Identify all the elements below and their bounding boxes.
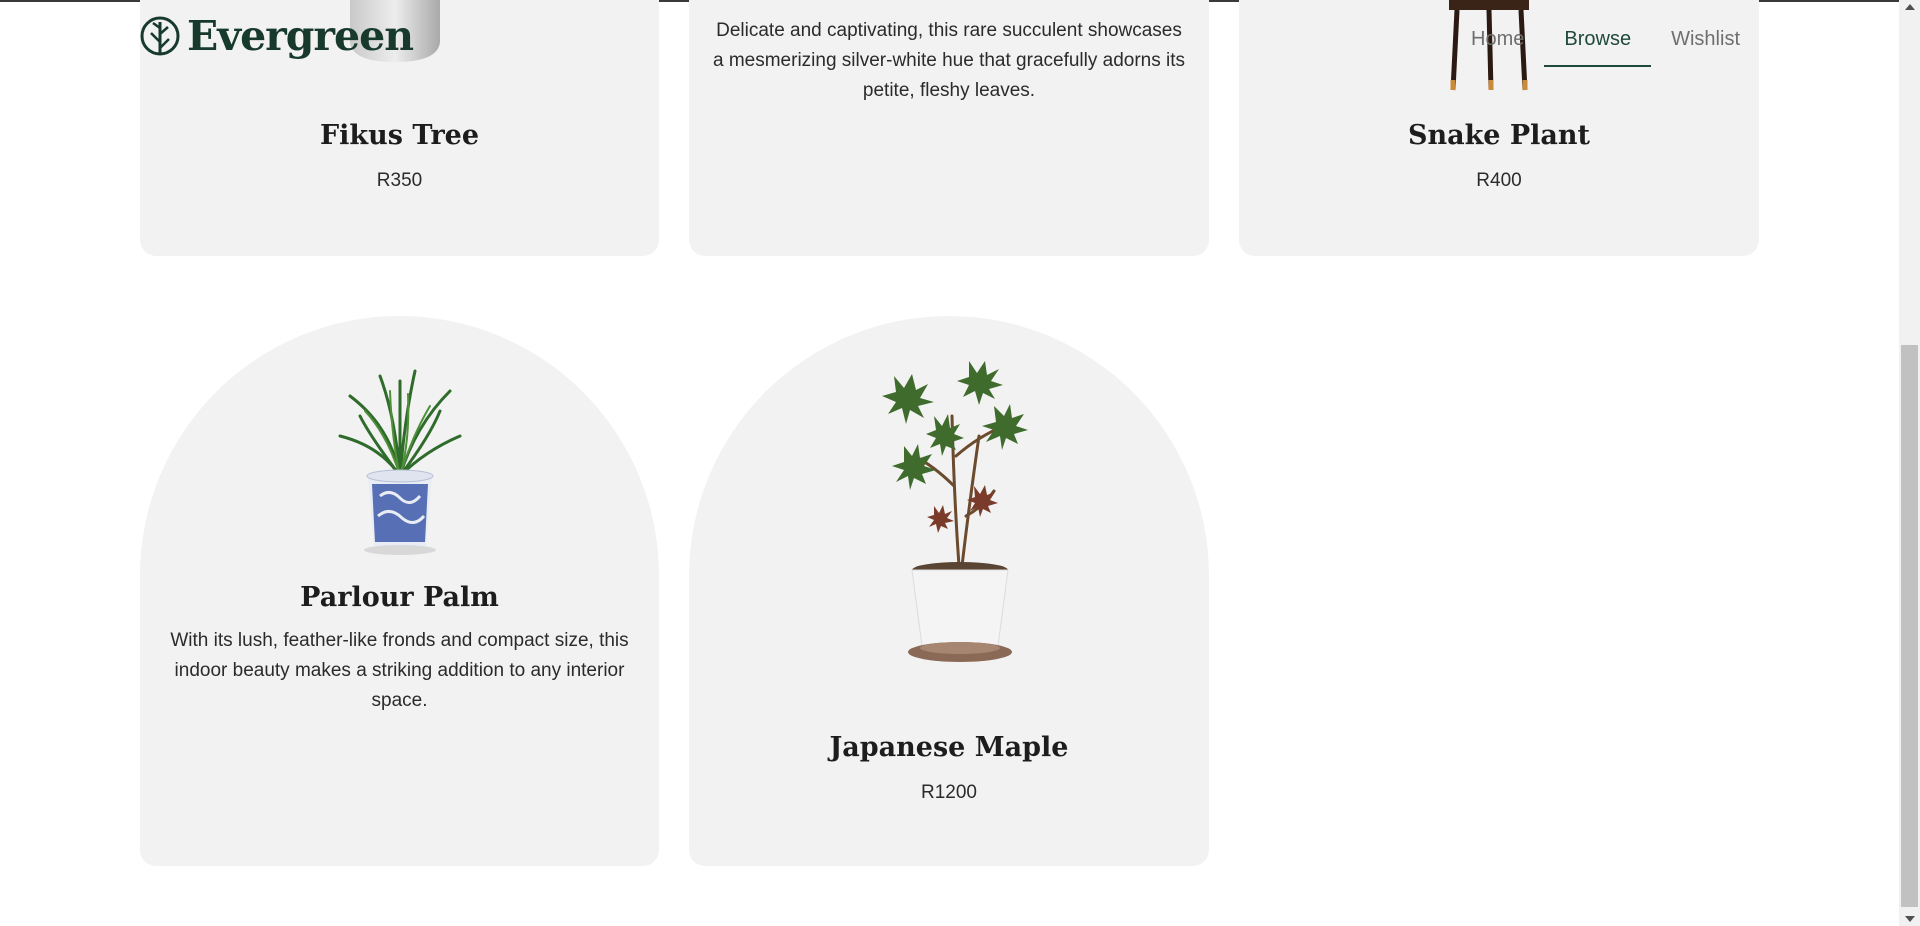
product-name: Fikus Tree [319,120,480,151]
product-name: Japanese Maple [829,732,1069,763]
scrollbar[interactable] [1899,0,1920,926]
japanese-maple-image [882,361,1028,662]
product-card-parlour-palm[interactable]: Parlour Palm With its lush, feather-like… [140,316,659,866]
product-name: Parlour Palm [300,582,499,613]
brand-logo[interactable]: Evergreen [139,11,414,60]
product-name: Snake Plant [1407,120,1591,151]
product-price: R1200 [921,782,977,803]
scroll-down-icon[interactable] [1905,916,1915,922]
product-card-succulent[interactable]: Delicate and captivating, this rare succ… [689,0,1209,256]
product-price: R400 [1476,170,1522,191]
scrollbar-thumb[interactable] [1901,345,1918,907]
scroll-up-icon[interactable] [1905,4,1915,10]
parlour-palm-image [338,369,462,555]
nav-browse[interactable]: Browse [1544,22,1652,67]
nav-home[interactable]: Home [1451,22,1544,67]
product-description: Delicate and captivating, this rare succ… [712,20,1186,101]
product-description: With its lush, feather-like fronds and c… [170,630,629,711]
nav-wishlist[interactable]: Wishlist [1651,22,1760,67]
leaf-icon [140,16,180,56]
product-card-japanese-maple[interactable]: Japanese Maple R1200 [689,316,1209,866]
main-nav: Home Browse Wishlist [1451,22,1760,67]
product-price: R350 [376,170,423,191]
brand-name: Evergreen [187,11,414,60]
